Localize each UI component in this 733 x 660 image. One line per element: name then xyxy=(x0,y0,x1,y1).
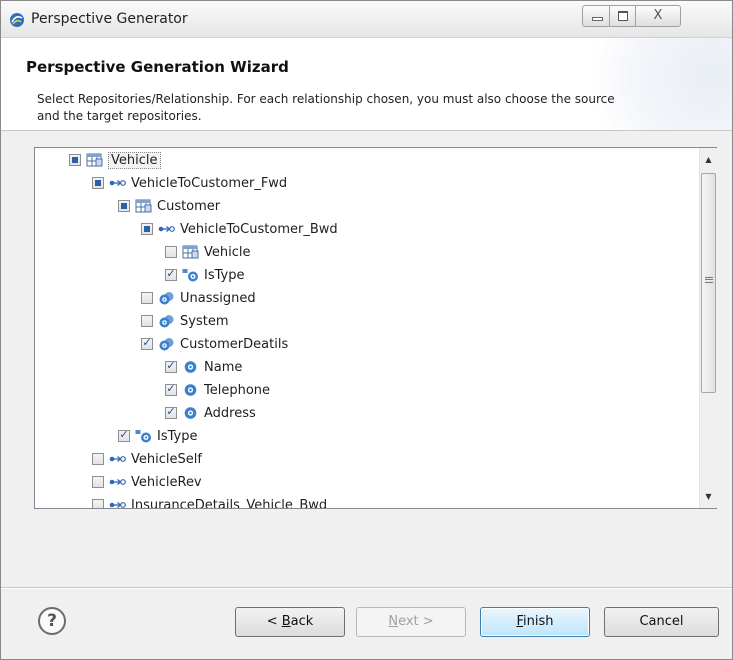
tree-vertical-scrollbar[interactable]: ▲ ▼ xyxy=(699,148,717,508)
tree-item[interactable]: VehicleToCustomer_Fwd xyxy=(92,172,287,194)
tree-item-label: VehicleToCustomer_Fwd xyxy=(131,175,288,191)
close-icon: X xyxy=(653,8,663,23)
attribute-icon xyxy=(182,360,199,374)
repository-tree[interactable]: Vehicle VehicleToCustomer_Fwd Customer Vehi… xyxy=(34,147,717,509)
relationship-icon xyxy=(109,452,126,466)
relationship-icon xyxy=(109,475,126,489)
tree-item-checkbox[interactable] xyxy=(141,223,153,235)
table-icon xyxy=(182,245,199,259)
tree-item[interactable]: VehicleRev xyxy=(92,471,202,493)
wizard-window: Perspective Generator X Perspective Gene… xyxy=(0,0,733,660)
tree-item-checkbox[interactable] xyxy=(118,428,130,442)
tree-item[interactable]: Unassigned xyxy=(141,287,256,309)
tree-item-label: VehicleSelf xyxy=(131,451,202,467)
tree-item-checkbox[interactable] xyxy=(141,315,153,327)
tree-item-checkbox[interactable] xyxy=(118,200,130,212)
attribute-group-icon xyxy=(158,314,175,328)
tree-item-label: Vehicle xyxy=(108,151,161,169)
wizard-description: Select Repositories/Relationship. For ea… xyxy=(37,92,615,123)
tree-item[interactable]: Telephone xyxy=(165,379,270,401)
tree-item-checkbox[interactable] xyxy=(165,359,177,373)
tree-item-label: Vehicle xyxy=(204,244,251,260)
table-icon xyxy=(135,199,152,213)
tree-item-checkbox[interactable] xyxy=(141,336,153,350)
tree-item-label: CustomerDeatils xyxy=(180,336,289,352)
relationship-icon xyxy=(109,176,126,190)
tree-item[interactable]: Address xyxy=(165,402,256,424)
finish-button[interactable]: Finish xyxy=(480,607,590,637)
maximize-icon xyxy=(618,11,628,21)
tree-item[interactable]: CustomerDeatils xyxy=(141,333,288,355)
istype-icon xyxy=(135,429,152,443)
tree-item-label: VehicleToCustomer_Bwd xyxy=(180,221,338,237)
tree-item-checkbox[interactable] xyxy=(141,292,153,304)
tree-item-label: VehicleRev xyxy=(131,474,202,490)
tree-item[interactable]: System xyxy=(141,310,228,332)
tree-item-label: Telephone xyxy=(204,382,271,398)
next-button[interactable]: Next > xyxy=(356,607,466,637)
wizard-header: Perspective Generation Wizard Select Rep… xyxy=(1,38,732,131)
tree-item[interactable]: IsType xyxy=(118,425,197,447)
tree-item[interactable]: Vehicle xyxy=(69,149,161,171)
next-button-rest: ext > xyxy=(398,614,434,629)
istype-icon xyxy=(182,268,199,282)
tree-item[interactable]: VehicleSelf xyxy=(92,448,202,470)
attribute-icon xyxy=(182,383,199,397)
tree-item-label: InsuranceDetails_Vehicle_Bwd xyxy=(131,497,328,509)
back-button-rest: ack xyxy=(290,614,314,629)
tree-item-label: System xyxy=(180,313,229,329)
scroll-down-icon[interactable]: ▼ xyxy=(700,488,717,505)
tree-item-checkbox[interactable] xyxy=(69,154,81,166)
window-title: Perspective Generator xyxy=(31,11,188,27)
tree-item-checkbox[interactable] xyxy=(165,246,177,258)
back-button-mnemonic: B xyxy=(281,614,291,629)
back-button-prefix: < xyxy=(266,614,282,629)
attribute-icon xyxy=(182,406,199,420)
attribute-group-icon xyxy=(158,337,175,351)
grip-icon xyxy=(705,277,713,283)
relationship-icon xyxy=(109,498,126,508)
tree-item-label: Address xyxy=(204,405,256,421)
tree-item-checkbox[interactable] xyxy=(165,405,177,419)
table-icon xyxy=(86,153,103,167)
tree-item[interactable]: InsuranceDetails_Vehicle_Bwd xyxy=(92,494,328,509)
tree-item-label: IsType xyxy=(157,428,198,444)
cancel-button[interactable]: Cancel xyxy=(604,607,719,637)
next-button-mnemonic: N xyxy=(388,614,399,629)
wizard-title: Perspective Generation Wizard xyxy=(26,58,289,76)
title-bar[interactable]: Perspective Generator X xyxy=(1,1,732,38)
back-button[interactable]: < Back xyxy=(235,607,345,637)
tree-item[interactable]: Customer xyxy=(118,195,220,217)
finish-button-rest: inish xyxy=(523,614,554,629)
button-bar-separator xyxy=(1,587,732,589)
tree-item-checkbox[interactable] xyxy=(92,476,104,488)
scrollbar-thumb[interactable] xyxy=(701,173,716,393)
tree-item[interactable]: VehicleToCustomer_Bwd xyxy=(141,218,338,240)
tree-item[interactable]: IsType xyxy=(165,264,244,286)
relationship-icon xyxy=(158,222,175,236)
tree-item-checkbox[interactable] xyxy=(92,177,104,189)
app-icon xyxy=(10,13,24,27)
tree-item-label: Name xyxy=(204,359,243,375)
tree-item-label: IsType xyxy=(204,267,245,283)
help-icon[interactable]: ? xyxy=(38,607,66,635)
tree-item-label: Customer xyxy=(157,198,221,214)
tree-item-checkbox[interactable] xyxy=(92,499,104,508)
maximize-button[interactable] xyxy=(609,5,636,27)
scroll-up-icon[interactable]: ▲ xyxy=(700,151,717,168)
attribute-group-icon xyxy=(158,291,175,305)
tree-item-checkbox[interactable] xyxy=(165,382,177,396)
minimize-icon xyxy=(592,17,603,21)
tree-item-checkbox[interactable] xyxy=(165,267,177,281)
tree-item-checkbox[interactable] xyxy=(92,453,104,465)
tree-item-label: Unassigned xyxy=(180,290,256,306)
tree-item[interactable]: Vehicle xyxy=(165,241,251,263)
tree-item[interactable]: Name xyxy=(165,356,242,378)
close-button[interactable]: X xyxy=(635,5,681,27)
minimize-button[interactable] xyxy=(582,5,610,27)
